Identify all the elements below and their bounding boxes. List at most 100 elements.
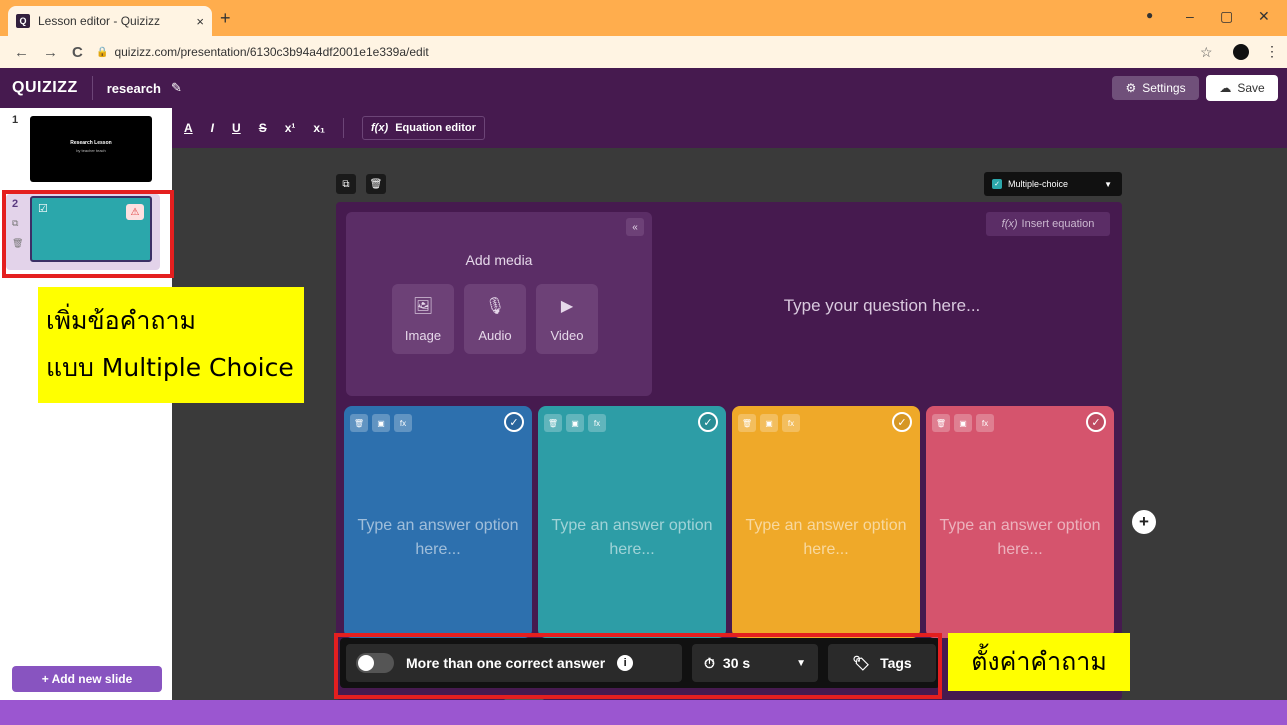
slide-thumbnail-subtitle: by teacher teach <box>76 148 106 153</box>
question-input[interactable]: Type your question here... <box>662 296 1102 316</box>
browser-tab[interactable]: Q Lesson editor - Quizizz × <box>8 6 212 36</box>
insert-equation-button[interactable]: f(x) Insert equation <box>986 212 1110 236</box>
chevron-down-icon: ▼ <box>1104 179 1112 189</box>
collapse-icon[interactable]: « <box>626 218 644 236</box>
image-icon[interactable]: ▣ <box>760 414 778 432</box>
delete-question-icon[interactable]: 🗑 <box>366 174 386 194</box>
settings-button[interactable]: ⚙ Settings <box>1112 76 1199 100</box>
quizizz-logo[interactable]: QUIZIZZ <box>12 79 78 97</box>
close-window-button[interactable]: ✕ <box>1258 8 1270 25</box>
function-icon: f(x) <box>1001 218 1018 230</box>
answer-input[interactable]: Type an answer option here... <box>538 514 726 562</box>
answer-option-card[interactable]: 🗑 ▣ fx ✓ Type an answer option here... <box>732 406 920 638</box>
tab-title: Lesson editor - Quizizz <box>38 14 161 28</box>
extension-icon[interactable]: ● <box>1146 8 1153 22</box>
app-header: QUIZIZZ research ✎ ⚙ Settings ☁ Save <box>0 68 1287 108</box>
edit-pencil-icon[interactable]: ✎ <box>171 80 182 96</box>
add-audio-button[interactable]: 🎙 Audio <box>464 284 526 354</box>
image-icon: 🖼 <box>412 297 434 315</box>
image-icon[interactable]: ▣ <box>566 414 584 432</box>
browser-menu-button[interactable]: ⋮ <box>1265 43 1279 60</box>
lesson-name[interactable]: research <box>107 81 161 96</box>
minimize-button[interactable]: – <box>1186 8 1194 24</box>
forward-button[interactable]: → <box>43 44 58 61</box>
function-icon[interactable]: fx <box>976 414 994 432</box>
subscript-button[interactable]: x₁ <box>313 121 325 135</box>
delete-answer-icon[interactable]: 🗑 <box>350 414 368 432</box>
url-field[interactable]: 🔒 quizizz.com/presentation/6130c3b94a4df… <box>96 41 1226 63</box>
italic-button[interactable]: I <box>211 121 214 135</box>
add-media-panel: « Add media 🖼 Image 🎙 Audio ▶ Video <box>346 212 652 396</box>
url-text: quizizz.com/presentation/6130c3b94a4df20… <box>114 45 429 59</box>
formatting-toolbar: A I U S x¹ x₁ f(x) Equation editor <box>172 108 1287 148</box>
new-tab-button[interactable]: + <box>220 8 231 29</box>
add-media-label: Add media <box>465 252 533 268</box>
address-bar-row: ← → C 🔒 quizizz.com/presentation/6130c3b… <box>0 36 1287 68</box>
maximize-button[interactable]: ▢ <box>1220 8 1233 25</box>
delete-answer-icon[interactable]: 🗑 <box>738 414 756 432</box>
image-icon[interactable]: ▣ <box>954 414 972 432</box>
checkbox-icon: ✓ <box>992 179 1002 189</box>
function-icon[interactable]: fx <box>394 414 412 432</box>
function-icon[interactable]: fx <box>588 414 606 432</box>
audio-label: Audio <box>478 327 512 343</box>
question-type-dropdown[interactable]: ✓ Multiple-choice ▼ <box>984 172 1122 196</box>
equation-editor-label: Equation editor <box>395 122 476 134</box>
delete-answer-icon[interactable]: 🗑 <box>932 414 950 432</box>
profile-avatar[interactable] <box>1233 44 1249 60</box>
question-panel: « Add media 🖼 Image 🎙 Audio ▶ Video f(x)… <box>336 202 1122 700</box>
add-image-button[interactable]: 🖼 Image <box>392 284 454 354</box>
text-color-button[interactable]: A <box>184 121 193 135</box>
add-answer-option-button[interactable]: + <box>1132 510 1156 534</box>
equation-editor-button[interactable]: f(x) Equation editor <box>362 116 485 140</box>
delete-answer-icon[interactable]: 🗑 <box>544 414 562 432</box>
function-icon: f(x) <box>371 122 389 134</box>
insert-equation-label: Insert equation <box>1021 218 1095 230</box>
question-type-label: Multiple-choice <box>1008 179 1069 189</box>
reload-button[interactable]: C <box>72 44 83 61</box>
cloud-upload-icon: ☁ <box>1219 81 1232 95</box>
strikethrough-button[interactable]: S <box>259 121 267 135</box>
mark-correct-icon[interactable]: ✓ <box>698 412 718 432</box>
answer-option-card[interactable]: 🗑 ▣ fx ✓ Type an answer option here... <box>344 406 532 638</box>
annotation-left: เพิ่มข้อคำถาม แบบ Multiple Choice <box>38 287 304 403</box>
answer-input[interactable]: Type an answer option here... <box>344 514 532 562</box>
add-video-button[interactable]: ▶ Video <box>536 284 598 354</box>
copy-question-icon[interactable]: ⧉ <box>336 174 356 194</box>
lock-icon: 🔒 <box>96 46 109 58</box>
close-tab-icon[interactable]: × <box>196 14 204 29</box>
answer-option-card[interactable]: 🗑 ▣ fx ✓ Type an answer option here... <box>538 406 726 638</box>
mark-correct-icon[interactable]: ✓ <box>892 412 912 432</box>
add-new-slide-button[interactable]: + Add new slide <box>12 666 162 692</box>
highlight-box-settings <box>334 633 942 699</box>
answer-option-card[interactable]: 🗑 ▣ fx ✓ Type an answer option here... <box>926 406 1114 638</box>
slide-thumbnail-1[interactable]: Research Lesson by teacher teach <box>30 116 152 182</box>
back-button[interactable]: ← <box>14 44 29 61</box>
annotation-right: ตั้งค่าคำถาม <box>948 633 1130 691</box>
quizizz-favicon-icon: Q <box>16 14 30 28</box>
highlight-box-slide <box>2 190 174 278</box>
play-icon: ▶ <box>560 297 574 315</box>
video-label: Video <box>550 327 584 343</box>
answer-input[interactable]: Type an answer option here... <box>926 514 1114 562</box>
mark-correct-icon[interactable]: ✓ <box>504 412 524 432</box>
mark-correct-icon[interactable]: ✓ <box>1086 412 1106 432</box>
toolbar-divider <box>343 118 345 138</box>
annotation-left-line1: เพิ่มข้อคำถาม <box>46 306 197 335</box>
microphone-icon: 🎙 <box>484 297 506 315</box>
bookmark-star-icon[interactable]: ☆ <box>1200 44 1213 61</box>
slide-number: 1 <box>12 114 19 126</box>
browser-tab-bar: Q Lesson editor - Quizizz × + ● – ▢ ✕ <box>0 0 1287 36</box>
editor-canvas: ⧉ 🗑 ✓ Multiple-choice ▼ « Add media 🖼 Im… <box>172 148 1287 700</box>
superscript-button[interactable]: x¹ <box>285 121 296 135</box>
image-icon[interactable]: ▣ <box>372 414 390 432</box>
save-label: Save <box>1237 81 1265 95</box>
settings-label: Settings <box>1142 81 1186 95</box>
answer-input[interactable]: Type an answer option here... <box>732 514 920 562</box>
header-divider <box>91 76 93 100</box>
function-icon[interactable]: fx <box>782 414 800 432</box>
save-button[interactable]: ☁ Save <box>1206 75 1278 101</box>
annotation-left-line2: แบบ Multiple Choice <box>46 353 294 382</box>
underline-button[interactable]: U <box>232 121 241 135</box>
slide-thumbnail-title: Research Lesson <box>70 140 112 146</box>
